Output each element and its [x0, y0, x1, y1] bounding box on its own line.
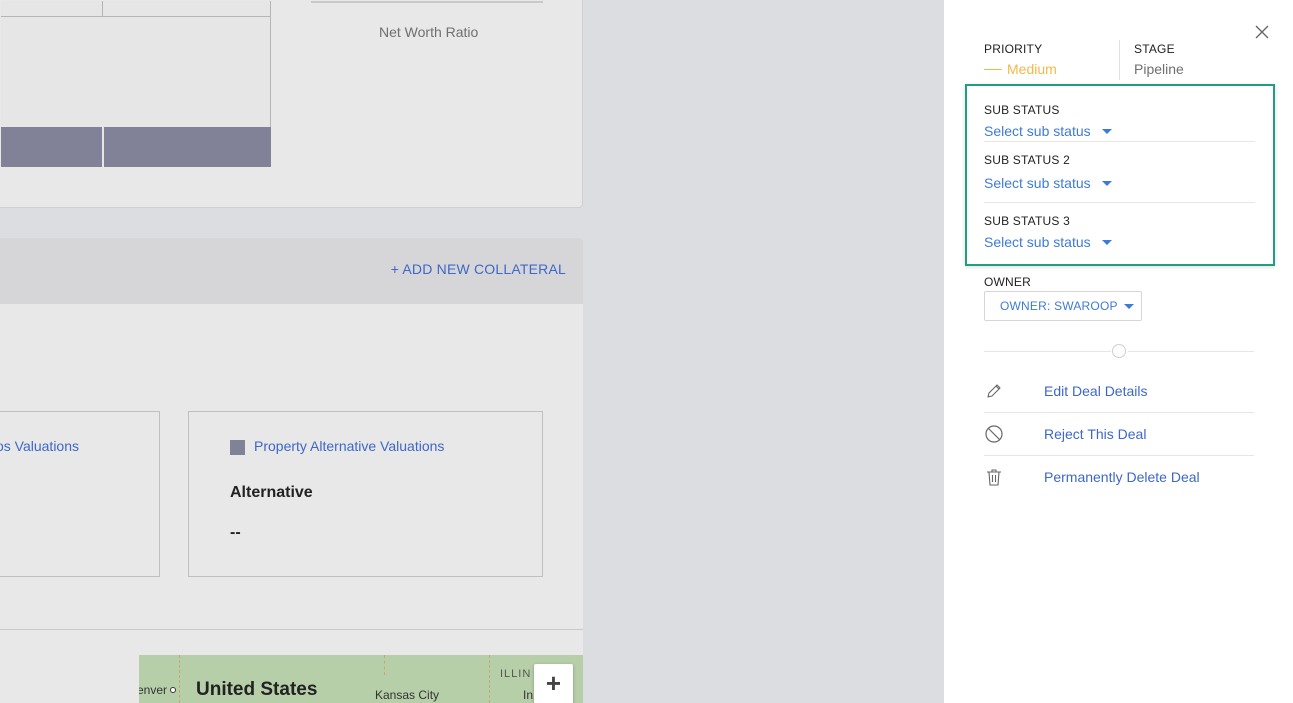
ratios-card: Net Worth Ratio — [0, 0, 583, 208]
map[interactable]: enver United States Kansas City ILLIN In… — [139, 655, 583, 703]
caret-down-icon — [1101, 128, 1112, 134]
priority-value[interactable]: Medium — [984, 61, 1057, 77]
sub-status-3-placeholder: Select sub status — [984, 234, 1091, 250]
sub-status-1-placeholder: Select sub status — [984, 123, 1091, 139]
divider — [984, 351, 1111, 352]
priority-label: PRIORITY — [984, 42, 1043, 56]
table-bar — [1, 127, 271, 167]
sub-status-2-select[interactable]: Select sub status — [984, 175, 1255, 191]
collateral-header: + ADD NEW COLLATERAL — [0, 238, 583, 304]
reject-deal-label: Reject This Deal — [1044, 426, 1147, 442]
ratio-table — [1, 1, 271, 167]
legend-square-icon — [230, 440, 245, 455]
map-border — [179, 655, 180, 703]
caret-down-icon — [1123, 303, 1134, 309]
map-border — [384, 655, 385, 675]
priority-field: PRIORITY Medium — [984, 42, 1057, 77]
delete-deal-label: Permanently Delete Deal — [1044, 469, 1200, 485]
table-hline — [1, 16, 271, 17]
edit-deal-label: Edit Deal Details — [1044, 383, 1148, 399]
divider — [984, 141, 1255, 142]
owner-label: OWNER — [984, 275, 1031, 289]
valuations-link[interactable]: os Valuations — [0, 438, 79, 454]
map-country-label: United States — [196, 679, 318, 700]
sub-status-group: SUB STATUS Select sub status SUB STATUS … — [965, 84, 1275, 266]
edit-deal-action[interactable]: Edit Deal Details — [984, 370, 1254, 412]
map-city-label: In — [523, 688, 534, 702]
table-divider — [102, 1, 103, 16]
sub-status-3-select[interactable]: Select sub status — [984, 234, 1255, 250]
sub-status-2-label: SUB STATUS 2 — [984, 153, 1070, 167]
reject-deal-action[interactable]: Reject This Deal — [984, 413, 1254, 455]
alternative-valuations-link[interactable]: Property Alternative Valuations — [254, 438, 444, 454]
map-city-marker — [170, 687, 176, 693]
map-state-label: ILLIN — [500, 668, 532, 680]
stage-label: STAGE — [1134, 42, 1175, 56]
background-page: Net Worth Ratio + ADD NEW COLLATERAL os … — [0, 0, 944, 703]
owner-dropdown-button[interactable]: OWNER: SWAROOP — [984, 291, 1142, 321]
pencil-icon — [984, 381, 1004, 401]
delete-deal-action[interactable]: Permanently Delete Deal — [984, 456, 1254, 498]
sub-status-1-select[interactable]: Select sub status — [984, 123, 1255, 139]
add-collateral-link[interactable]: + ADD NEW COLLATERAL — [391, 261, 566, 277]
net-worth-label: Net Worth Ratio — [379, 24, 479, 40]
gauge-line — [311, 1, 543, 3]
valuation-card-left: os Valuations — [0, 411, 160, 577]
priority-value-text: Medium — [1007, 61, 1057, 77]
table-bar-divider — [102, 127, 104, 167]
caret-down-icon — [1101, 239, 1112, 245]
alternative-value: -- — [230, 524, 241, 541]
map-border — [489, 655, 490, 703]
divider — [984, 202, 1255, 203]
sub-status-2: SUB STATUS 2 Select sub status — [984, 153, 1255, 191]
stage-field: STAGE Pipeline — [1134, 42, 1184, 77]
trash-icon — [984, 467, 1004, 487]
map-city-label: Kansas City — [375, 688, 440, 702]
map-zoom-in-button[interactable]: + — [534, 664, 573, 703]
sub-status-3: SUB STATUS 3 Select sub status — [984, 214, 1255, 250]
sub-status-3-label: SUB STATUS 3 — [984, 214, 1070, 228]
sub-status-1: SUB STATUS Select sub status — [984, 103, 1255, 139]
loading-indicator-icon — [1112, 344, 1126, 358]
stage-value: Pipeline — [1134, 61, 1184, 77]
map-city-label: enver — [139, 683, 168, 697]
sub-status-2-placeholder: Select sub status — [984, 175, 1091, 191]
valuation-card-right: Property Alternative Valuations Alternat… — [188, 411, 543, 577]
deal-side-panel: PRIORITY Medium STAGE Pipeline SUB STATU… — [944, 0, 1293, 703]
caret-down-icon — [1101, 180, 1112, 186]
close-icon[interactable] — [1254, 24, 1270, 40]
divider — [1128, 351, 1254, 352]
block-icon — [984, 424, 1004, 444]
priority-indicator-icon — [984, 68, 1002, 70]
owner-button-label: OWNER: SWAROOP — [1000, 299, 1118, 313]
alternative-title: Alternative — [230, 484, 313, 501]
vertical-divider — [1119, 40, 1120, 80]
sub-status-1-label: SUB STATUS — [984, 103, 1060, 117]
divider — [0, 629, 583, 630]
collateral-body: os Valuations Property Alternative Valua… — [0, 304, 583, 703]
